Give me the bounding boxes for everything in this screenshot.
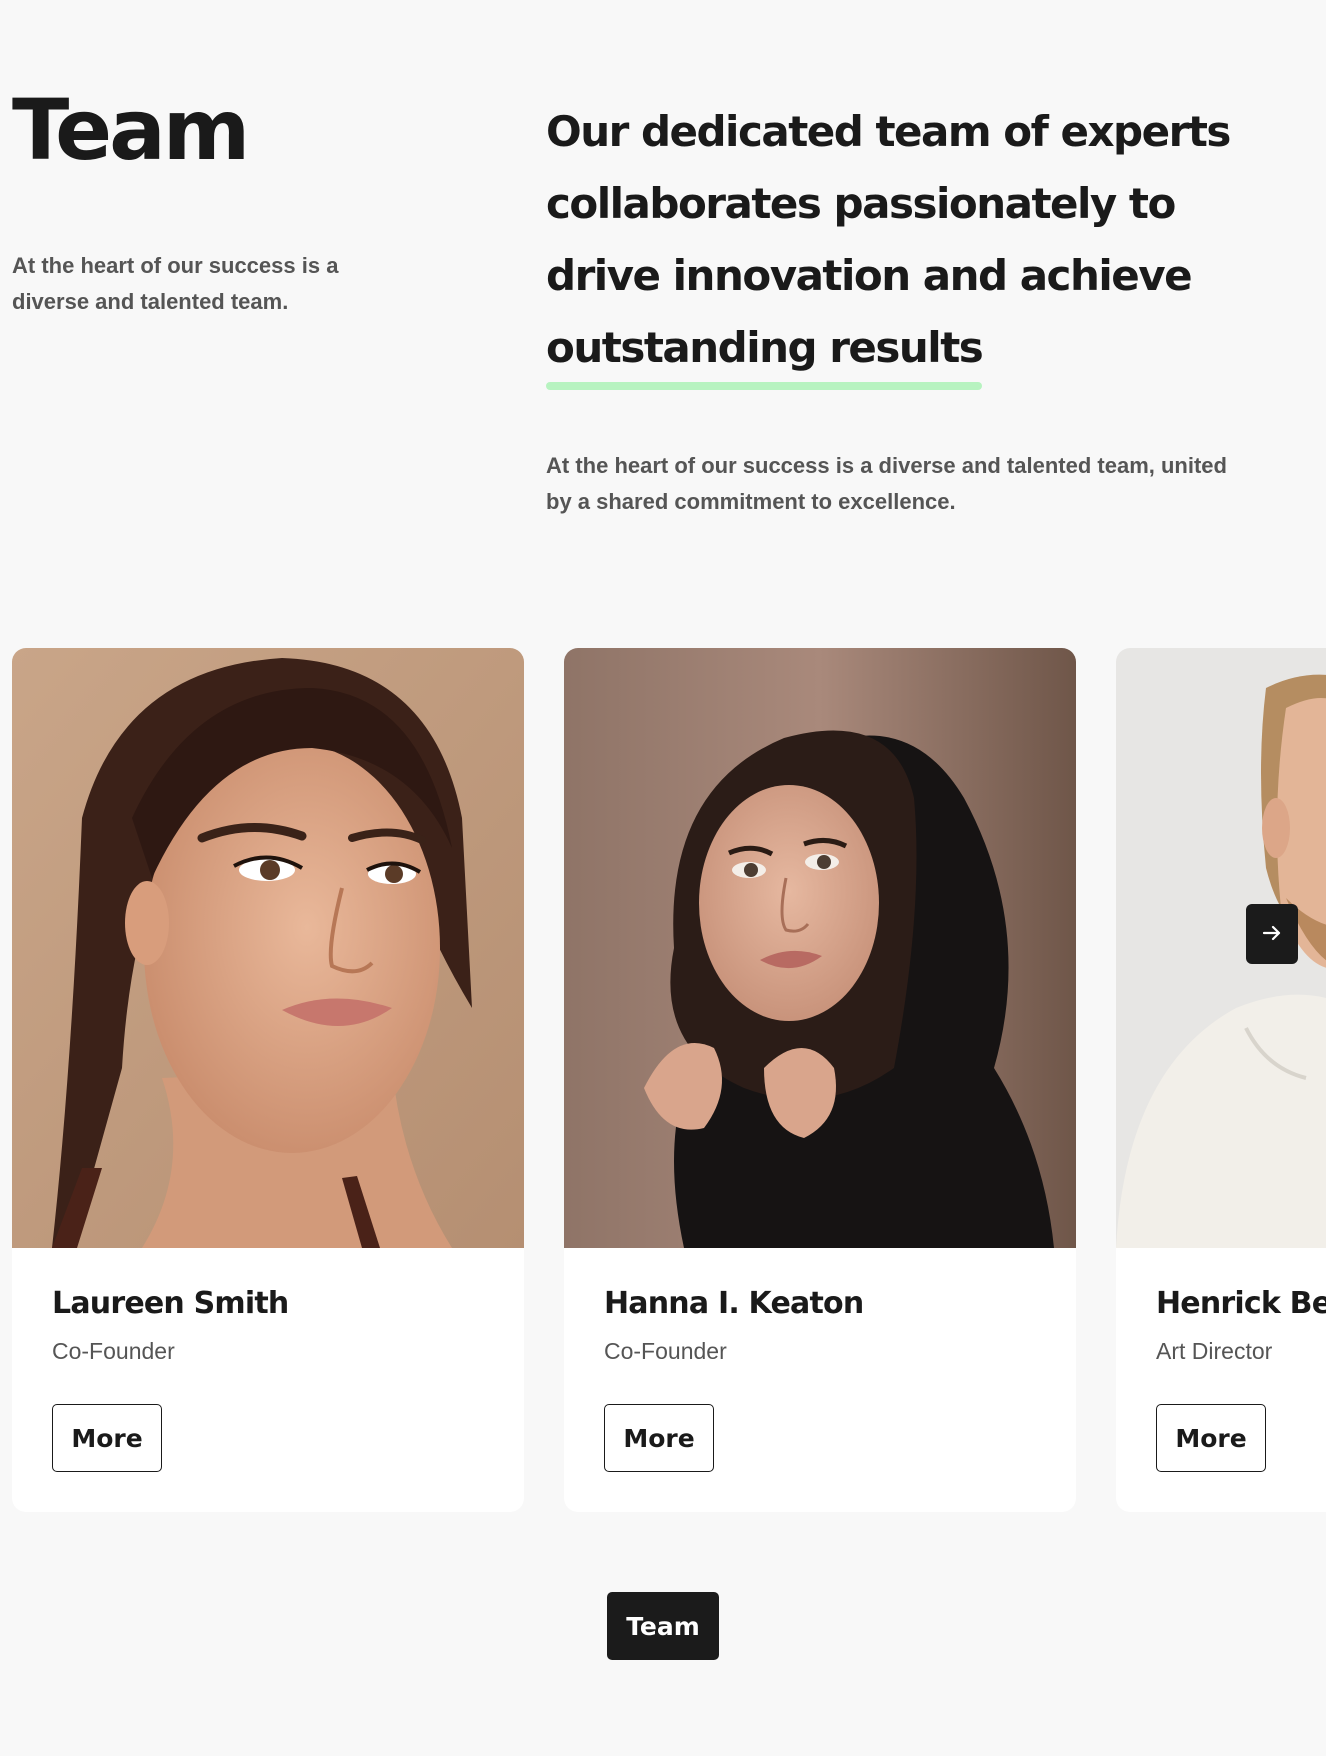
- headline: Our dedicated team of experts collaborat…: [546, 96, 1286, 390]
- member-photo: [564, 648, 1076, 1248]
- carousel-next-button[interactable]: [1246, 904, 1298, 964]
- member-role: Art Director: [1156, 1338, 1273, 1364]
- member-name: Hanna I. Keaton: [604, 1286, 864, 1321]
- member-photo: [12, 648, 524, 1248]
- team-card-laureen-smith: Laureen Smith Co-Founder More: [12, 648, 524, 1512]
- more-button[interactable]: More: [604, 1404, 714, 1472]
- team-card-henrick-bee: Henrick Bee Art Director More: [1116, 648, 1326, 1512]
- arrow-right-icon: [1261, 922, 1283, 947]
- team-button[interactable]: Team: [607, 1592, 719, 1660]
- team-card-hanna-keaton: Hanna I. Keaton Co-Founder More: [564, 648, 1076, 1512]
- headline-text: Our dedicated team of experts collaborat…: [546, 107, 1231, 300]
- member-name: Henrick Bee: [1156, 1286, 1326, 1321]
- more-button[interactable]: More: [1156, 1404, 1266, 1472]
- member-role: Co-Founder: [604, 1338, 727, 1364]
- headline-highlight: outstanding results: [546, 312, 984, 390]
- team-header: Team At the heart of our success is a di…: [0, 0, 1326, 560]
- sub-text: At the heart of our success is a diverse…: [546, 453, 1227, 514]
- member-role: Co-Founder: [52, 1338, 175, 1364]
- member-name: Laureen Smith: [52, 1286, 289, 1321]
- intro-text: At the heart of our success is a diverse…: [12, 253, 339, 314]
- page-title: Team: [12, 81, 250, 179]
- team-carousel: Laureen Smith Co-Founder More Hanna I. K…: [0, 648, 1326, 1512]
- more-button[interactable]: More: [52, 1404, 162, 1472]
